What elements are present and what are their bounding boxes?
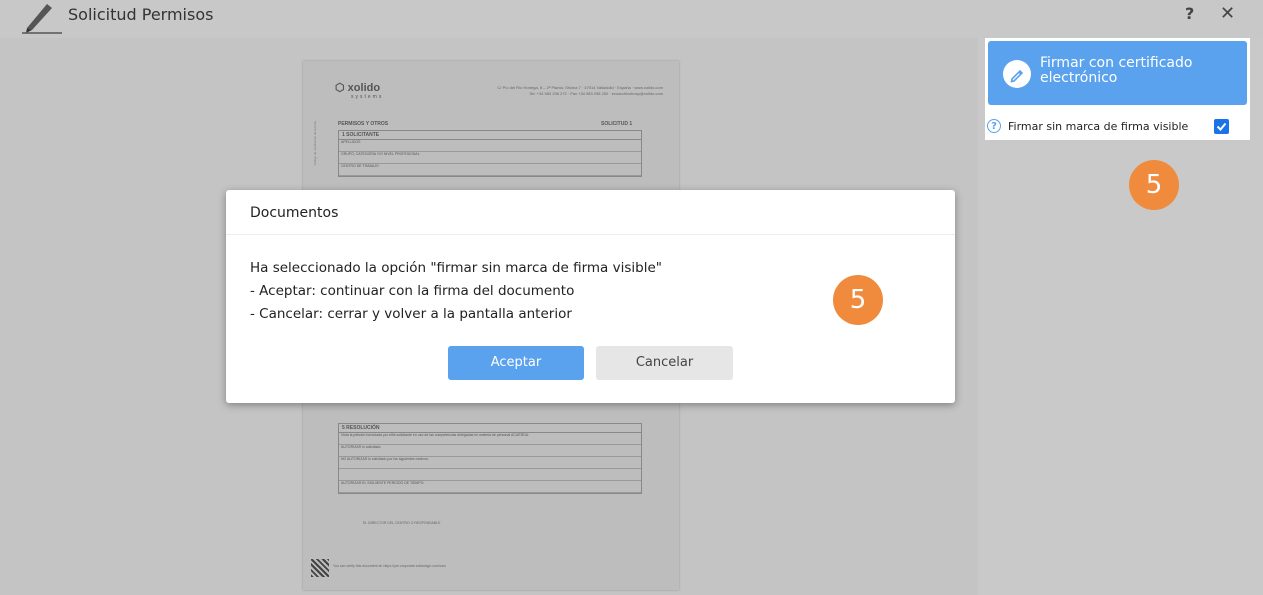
document-section-resolucion: 5 RESOLUCIÓN Vista la petición formulada…: [338, 423, 642, 494]
form-row: CENTRO DE TRABAJO: [339, 164, 641, 176]
form-row: AUTORIZAR lo solicitado.: [339, 445, 641, 457]
invisible-signature-checkbox[interactable]: [1214, 119, 1229, 134]
document-signature-line: EL DIRECTOR DEL CENTRO O RESPONSABLE: [363, 521, 441, 525]
step-badge: 5: [833, 275, 883, 325]
dialog-message-line: - Cancelar: cerrar y volver a la pantall…: [250, 306, 572, 322]
help-circle-icon[interactable]: ?: [987, 119, 1001, 133]
cancel-button[interactable]: Cancelar: [596, 346, 733, 380]
form-row: APELLIDOS: [339, 140, 641, 152]
logo-text: xolido: [347, 82, 381, 94]
section-title: 5 RESOLUCIÓN: [339, 424, 641, 433]
pen-icon: [22, 0, 62, 34]
document-header-left: PERMISOS Y OTROS: [338, 121, 389, 127]
address-line: Tel: +34 983 298 272 · Fax +34 983 298 2…: [529, 91, 663, 96]
logo-subtext: systems: [351, 94, 384, 100]
close-button[interactable]: ✕: [1220, 3, 1235, 24]
document-section-solicitante: 1 SOLICITANTE APELLIDOS GRUPO, CATEGORÍA…: [338, 130, 642, 177]
dialog-title: Documentos: [250, 205, 339, 221]
section-title: 1 SOLICITANTE: [339, 131, 641, 140]
dialog-message-line: Ha seleccionado la opción "firmar sin ma…: [250, 260, 662, 276]
window-title: Solicitud Permisos: [68, 5, 214, 24]
step-badge: 5: [1129, 160, 1179, 210]
document-address: C/ Pío del Río Hortega, 8 – 2ª Planta, O…: [463, 85, 664, 97]
document-side-text: Código de verificación de la firma: [313, 121, 317, 166]
sign-with-certificate-button[interactable]: Firmar con certificado electrónico: [988, 41, 1247, 105]
window-titlebar: Solicitud Permisos ? ✕: [0, 0, 1263, 38]
invisible-signature-label: Firmar sin marca de firma visible: [1008, 120, 1189, 133]
pencil-icon: [1003, 60, 1031, 88]
accept-button[interactable]: Aceptar: [448, 346, 584, 380]
form-row: GRUPO, CATEGORÍA Y/O NIVEL PROFESIONAL: [339, 152, 641, 164]
form-row: NO AUTORIZAR lo solicitado por los sigui…: [339, 457, 641, 469]
document-logo: ⬡ xolido systems: [335, 81, 383, 100]
dialog-divider: [226, 234, 955, 235]
form-row: AUTORIZAR EL SIGUIENTE PERIODO DE TIEMPO…: [339, 481, 641, 493]
form-row: Vista la petición formulada por el/la so…: [339, 433, 641, 445]
cube-icon: ⬡: [335, 82, 348, 94]
document-header-right: SOLICITUD 1: [601, 121, 633, 127]
sign-options-panel: Firmar con certificado electrónico ? Fir…: [985, 38, 1250, 140]
qr-code: [311, 559, 329, 577]
form-row: [339, 469, 641, 481]
document-footer: You can verify this document at: https:/…: [333, 564, 447, 568]
sign-button-label: Firmar con certificado electrónico: [1040, 55, 1193, 86]
dialog-message-line: - Aceptar: continuar con la firma del do…: [250, 283, 575, 299]
help-button[interactable]: ?: [1185, 4, 1194, 23]
